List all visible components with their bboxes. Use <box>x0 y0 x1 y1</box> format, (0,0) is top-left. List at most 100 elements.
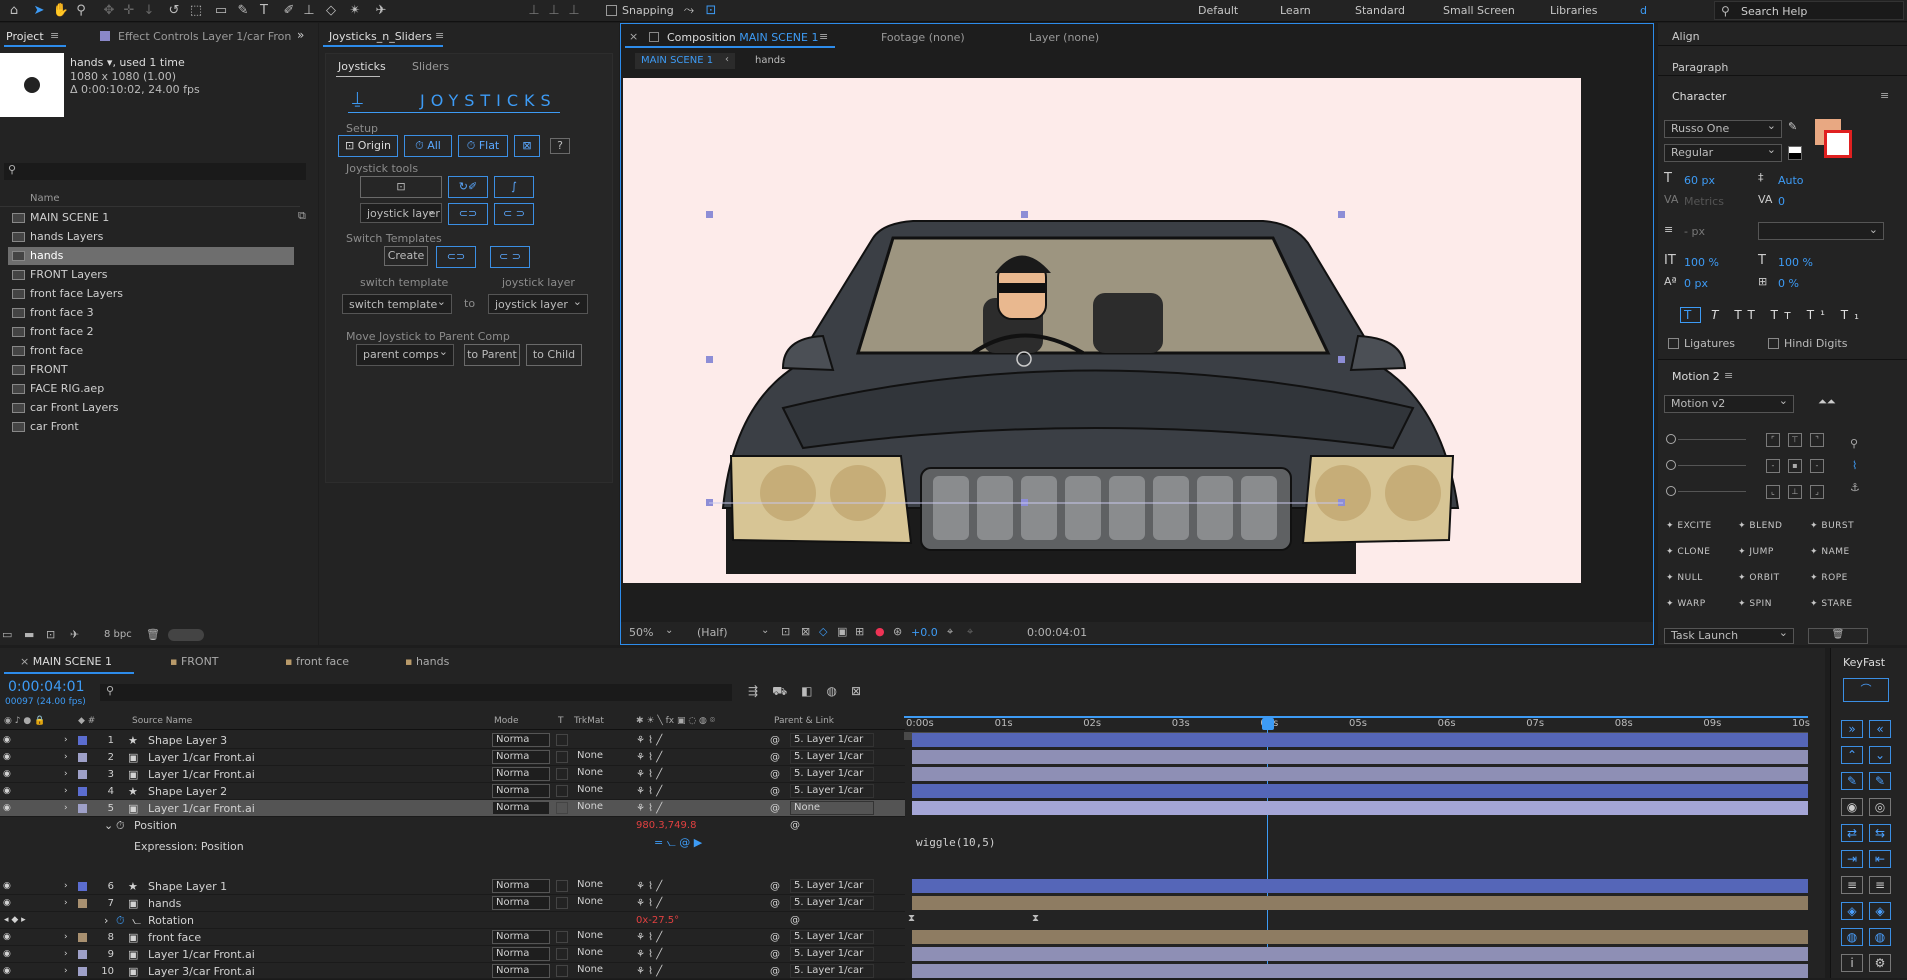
home-icon[interactable]: ⌂ <box>5 2 23 20</box>
mountain-icon[interactable]: ⏶⏶ <box>1818 395 1836 409</box>
orbit-tool-icon[interactable]: ✥ <box>100 2 118 20</box>
snap-target-icon[interactable]: ⊡ <box>702 2 720 20</box>
pickwhip-icon[interactable]: @ <box>770 946 780 963</box>
ease-out-button[interactable]: « <box>1869 720 1891 738</box>
switches-icon[interactable]: ⚘ ⌇ ╱ <box>636 800 662 817</box>
preserve-transparency-toggle[interactable] <box>556 965 568 977</box>
track-matte-select[interactable]: None <box>574 930 624 944</box>
layer-row[interactable]: ◉ › 5 ▣ Layer 1/car Front.ai Norma None ⚘ ⌇ ╱ @ N… <box>0 800 905 817</box>
settings-button[interactable]: ⚙ <box>1869 954 1891 972</box>
motion2-button-stare[interactable]: ✦ STARE <box>1810 599 1853 609</box>
preserve-transparency-toggle[interactable] <box>556 880 568 892</box>
text-style-buttons[interactable]: T T TT Tт T¹ T₁ <box>1680 307 1865 323</box>
ease-in-button[interactable]: » <box>1841 720 1863 738</box>
joysticks-panel-title[interactable]: Joysticks_n_Sliders <box>329 30 432 43</box>
search-help-field[interactable]: ⚲ Search Help <box>1714 1 1904 20</box>
layer-row[interactable]: ◉ › 3 ▣ Layer 1/car Front.ai Norma None ⚘ ⌇ ╱ @5… <box>0 766 905 783</box>
eye-icon[interactable]: ◉ <box>3 766 11 783</box>
paragraph-panel-header[interactable]: Paragraph <box>1672 61 1728 74</box>
character-panel-header[interactable]: Character <box>1672 90 1726 103</box>
switches-icon[interactable]: ⚘ ⌇ ╱ <box>636 929 662 946</box>
label-color-chip[interactable] <box>78 882 87 891</box>
color-management-icon[interactable]: ⊛ <box>893 625 902 638</box>
eye-icon[interactable]: ◉ <box>3 946 11 963</box>
tracking-value[interactable]: 0 <box>1778 195 1785 208</box>
channel-icon[interactable]: ● <box>875 625 885 638</box>
to-parent-button[interactable]: to Parent <box>464 344 520 366</box>
resolution-select[interactable]: (Half) <box>697 626 728 639</box>
project-item[interactable]: FRONT Layers <box>8 266 294 284</box>
trash-button[interactable]: 🗑 <box>1808 628 1868 644</box>
motion2-button-burst[interactable]: ✦ BURST <box>1810 521 1854 531</box>
axis-world-icon[interactable]: ⊥ <box>545 2 563 20</box>
col-source-name[interactable]: Source Name <box>132 716 192 726</box>
key-diamond2-button[interactable]: ◈ <box>1869 902 1891 920</box>
keyframe-icon[interactable]: ⧗ <box>1032 913 1039 924</box>
timeline-timecode[interactable]: 0:00:04:01 <box>8 679 85 695</box>
track-matte-select[interactable]: None <box>574 767 624 781</box>
anchor-b-icon[interactable]: ⊥ <box>1788 485 1802 499</box>
tab-project[interactable]: Project <box>6 30 44 43</box>
chevron-right-icon[interactable]: › <box>64 963 68 980</box>
col-name[interactable]: Name <box>30 193 60 204</box>
track-matte-select[interactable]: None <box>574 801 624 815</box>
anchor-bl-icon[interactable]: ⌞ <box>1766 485 1780 499</box>
exposure-value[interactable]: +0.0 <box>911 626 938 639</box>
type-tool-icon[interactable]: T <box>255 2 273 20</box>
col-trkmat[interactable]: TrkMat <box>574 716 604 726</box>
graph-icon[interactable]: ⦦ <box>132 912 141 929</box>
col-t[interactable]: T <box>558 716 564 726</box>
layer-row[interactable]: ◉ › 4 ★ Shape Layer 2 Norma None ⚘ ⌇ ╱ @5. Layer… <box>0 783 905 800</box>
keyframe-icon[interactable]: ⧗ <box>908 913 915 924</box>
anchor-tl-icon[interactable]: ⌜ <box>1766 433 1780 447</box>
blend-mode-select[interactable]: Norma <box>492 801 550 815</box>
render-icon[interactable]: ✈ <box>70 628 79 641</box>
vertical-scale-value[interactable]: 100 % <box>1684 256 1719 269</box>
preserve-transparency-toggle[interactable] <box>556 897 568 909</box>
blend-mode-select[interactable]: Norma <box>492 750 550 764</box>
parent-select[interactable]: 5. Layer 1/car <box>790 879 874 893</box>
template-unlink-button[interactable]: ⊂ ⊃ <box>490 246 530 268</box>
chevron-right-icon[interactable]: › <box>104 912 108 929</box>
workspace-small-screen[interactable]: Small Screen <box>1443 4 1515 17</box>
pickwhip-icon[interactable]: @ <box>770 878 780 895</box>
layer-duration-bar[interactable] <box>912 879 1808 893</box>
stopwatch-icon[interactable]: ⏱ <box>116 912 125 929</box>
layer-row[interactable]: ◉ › 10 ▣ Layer 3/car Front.ai Norma None ⚘ ⌇ ╱ @… <box>0 963 905 980</box>
timeline-switches[interactable]: ⇶⛟◧◍⊠ <box>748 684 875 700</box>
joystick-layer-target-select[interactable]: joystick layer <box>488 292 588 314</box>
blend-mode-select[interactable]: Norma <box>492 784 550 798</box>
pickwhip-icon[interactable]: @ <box>770 929 780 946</box>
motion2-button-warp[interactable]: ✦ WARP <box>1666 599 1706 609</box>
stroke-width-value[interactable]: - px <box>1684 225 1705 238</box>
close-icon[interactable]: × <box>629 30 638 43</box>
font-size-value[interactable]: 60 px <box>1684 174 1715 187</box>
origin-button[interactable]: ⊡ Origin <box>338 135 398 157</box>
layer-name[interactable]: Layer 1/car Front.ai <box>148 800 255 817</box>
position-value[interactable]: 980.3,749.8 <box>636 817 696 834</box>
track-matte-select[interactable] <box>574 733 624 747</box>
key-ring2-button[interactable]: ◍ <box>1869 928 1891 946</box>
eye-icon[interactable]: ◉ <box>3 878 11 895</box>
motion2-button-jump[interactable]: ✦ JUMP <box>1738 547 1774 557</box>
col-mode[interactable]: Mode <box>494 716 519 726</box>
switches-icon[interactable]: ⚘ ⌇ ╱ <box>636 946 662 963</box>
stopwatch-icon[interactable]: ⏱ <box>116 817 125 834</box>
panel-menu-icon[interactable]: ≡ <box>1880 89 1889 102</box>
switches-icon[interactable]: ⚘ ⌇ ╱ <box>636 766 662 783</box>
bpc-label[interactable]: 8 bpc <box>104 629 132 640</box>
switches-icon[interactable]: ⚘ ⌇ ╱ <box>636 878 662 895</box>
motion2-button-spin[interactable]: ✦ SPIN <box>1738 599 1772 609</box>
composition-viewer[interactable] <box>623 78 1581 583</box>
layer-row[interactable]: ◉ › 2 ▣ Layer 1/car Front.ai Norma None ⚘ ⌇ ╱ @5… <box>0 749 905 766</box>
label-color-chip[interactable] <box>78 736 87 745</box>
label-color-chip[interactable] <box>78 804 87 813</box>
layer-duration-bar[interactable] <box>912 767 1808 781</box>
parent-select[interactable]: 5. Layer 1/car <box>790 896 874 910</box>
transparency-grid-icon[interactable]: ⊠ <box>801 625 810 638</box>
motion-version-select[interactable]: Motion v2 <box>1664 393 1794 413</box>
motion2-button-blend[interactable]: ✦ BLEND <box>1738 521 1782 531</box>
composition-tab[interactable]: Composition MAIN SCENE 1 <box>667 31 818 44</box>
workspace-standard[interactable]: Standard <box>1355 4 1405 17</box>
easing-curve-button[interactable]: ⌒ <box>1843 678 1889 702</box>
